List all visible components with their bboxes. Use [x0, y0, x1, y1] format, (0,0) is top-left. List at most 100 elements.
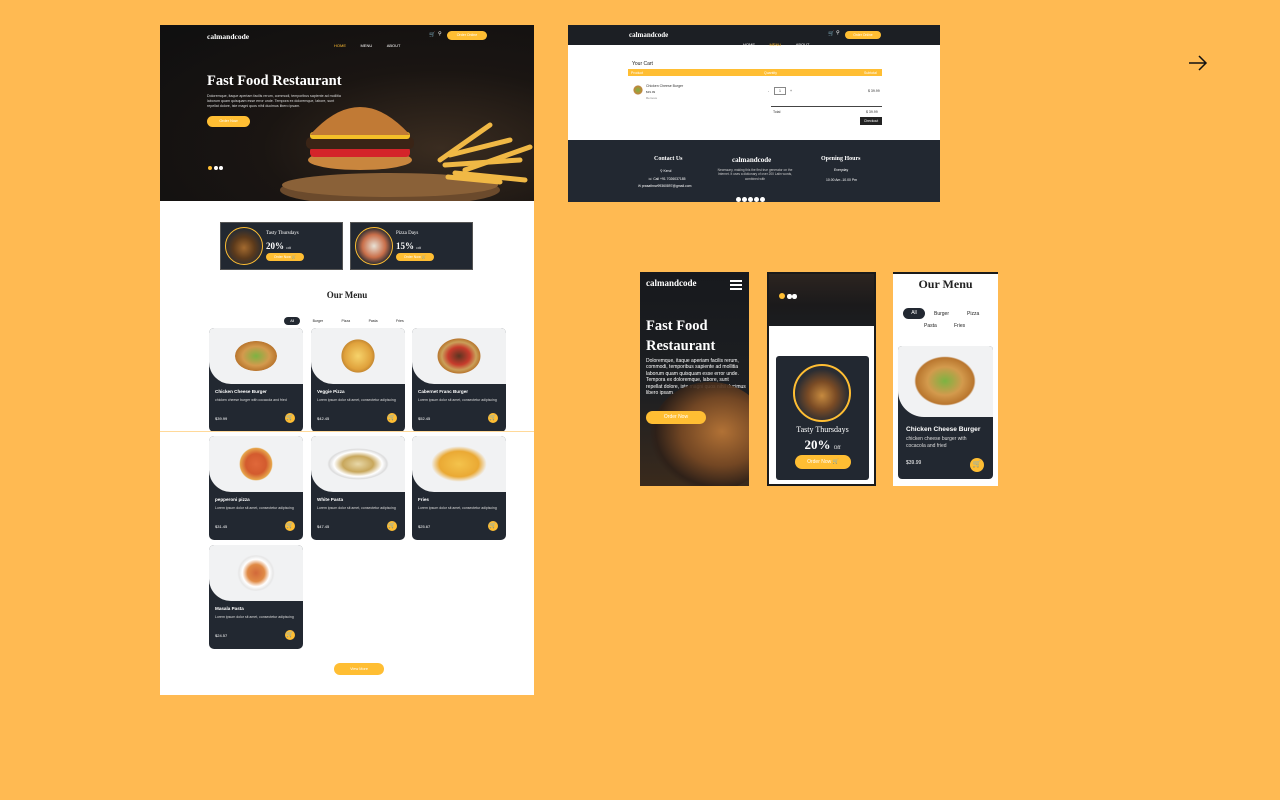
- item-desc: chicken cheese burger with cocacola and …: [906, 436, 967, 449]
- add-to-cart-icon[interactable]: 🛒: [387, 521, 397, 531]
- filter-pizza[interactable]: Pizza: [336, 317, 357, 325]
- item-price: $47.45: [317, 524, 330, 529]
- view-more-button[interactable]: View More: [334, 663, 384, 675]
- slider-dot-2[interactable]: [214, 166, 218, 170]
- col-quantity: Quantity: [764, 70, 778, 75]
- filter-all[interactable]: All: [284, 317, 301, 325]
- mobile-menu-view: Our Menu All Burger Pizza Pasta Fries Ch…: [893, 272, 998, 486]
- filter-fries[interactable]: Fries: [954, 323, 965, 329]
- filter-burger[interactable]: Burger: [934, 311, 949, 317]
- facebook-icon[interactable]: [736, 197, 741, 202]
- menu-icon[interactable]: [730, 280, 742, 290]
- item-desc: Lorem ipsum dolor sit amet, consectetur …: [418, 398, 497, 402]
- qty-input[interactable]: 1: [774, 87, 786, 95]
- menu-card[interactable]: Masala Pasta Lorem ipsum dolor sit amet,…: [209, 545, 303, 649]
- slider-dot-1[interactable]: [208, 166, 212, 170]
- hero-food-image: [650, 382, 749, 486]
- menu-card[interactable]: Chicken Cheese Burger chicken cheese bur…: [209, 328, 303, 432]
- offer-order-button[interactable]: Order Now 🛒: [266, 253, 304, 261]
- nav-menu[interactable]: MENU: [360, 43, 372, 48]
- item-desc: chicken cheese burger with cocacola and …: [215, 398, 287, 402]
- hero-food-image: [280, 107, 533, 201]
- nav-home[interactable]: HOME: [334, 43, 346, 48]
- item-price: $24.57: [215, 633, 228, 638]
- cart-item-price: $39.99: [646, 90, 656, 94]
- cart-icon[interactable]: 🛒: [429, 32, 435, 38]
- search-icon[interactable]: ⚲: [836, 30, 840, 36]
- footer-brand-text: Necessary, making this the first true ge…: [717, 168, 793, 181]
- filter-pizza[interactable]: Pizza: [967, 311, 979, 317]
- offer-card-1: Tasty Thursdays 20% Off Order Now 🛒: [220, 222, 343, 270]
- item-name: Cabernet Franc Burger: [418, 389, 469, 394]
- menu-card[interactable]: White Pasta Lorem ipsum dolor sit amet, …: [311, 436, 405, 540]
- item-desc: Lorem ipsum dolor sit amet, consectetur …: [317, 506, 396, 510]
- cart-icon[interactable]: 🛒: [828, 31, 834, 37]
- add-to-cart-icon[interactable]: 🛒: [970, 458, 984, 472]
- add-to-cart-icon[interactable]: 🛒: [488, 413, 498, 423]
- remove-link[interactable]: Remove: [646, 96, 657, 100]
- menu-card[interactable]: Chicken Cheese Burger chicken cheese bur…: [898, 346, 993, 479]
- add-to-cart-icon[interactable]: 🛒: [285, 521, 295, 531]
- cart-table-header: Product Quantity Subtotal: [628, 69, 882, 76]
- add-to-cart-icon[interactable]: 🛒: [285, 630, 295, 640]
- add-to-cart-icon[interactable]: 🛒: [387, 413, 397, 423]
- offer-title: Tasty Thursdays: [266, 231, 299, 236]
- search-icon[interactable]: ⚲: [438, 31, 442, 37]
- filter-pasta[interactable]: Pasta: [363, 317, 384, 325]
- order-online-button[interactable]: Order Online: [447, 31, 487, 40]
- add-to-cart-icon[interactable]: 🛒: [285, 413, 295, 423]
- brand-logo[interactable]: calmandcode: [207, 32, 249, 41]
- hero-order-button[interactable]: Order Now: [207, 116, 250, 127]
- item-price: $39.99: [906, 460, 922, 466]
- item-name: Chicken Cheese Burger: [906, 426, 981, 433]
- menu-card[interactable]: pepperoni pizza Lorem ipsum dolor sit am…: [209, 436, 303, 540]
- item-name: Veggie Pizza: [317, 389, 345, 394]
- food-image: [311, 436, 405, 492]
- slider-dot-1[interactable]: [779, 293, 785, 299]
- offer-image: [793, 364, 851, 422]
- nav-about[interactable]: ABOUT: [387, 43, 401, 48]
- slider-dot-3[interactable]: [792, 294, 797, 299]
- contact-email: ✉ prasathnw99360897@gmail.com: [638, 184, 692, 188]
- offer-value: 20% Off: [804, 437, 841, 452]
- food-image: [209, 436, 303, 492]
- hero-strip: [769, 274, 874, 326]
- filter-all[interactable]: All: [903, 308, 925, 319]
- social-icons: [736, 189, 765, 202]
- nav-about[interactable]: ABOUT: [796, 42, 810, 47]
- contact-title: Contact Us: [654, 156, 683, 162]
- slider-dot-2[interactable]: [787, 294, 792, 299]
- item-price: $31.45: [215, 524, 228, 529]
- menu-card[interactable]: Fries Lorem ipsum dolor sit amet, consec…: [412, 436, 506, 540]
- pinterest-icon[interactable]: [760, 197, 765, 202]
- hero-order-button[interactable]: Order Now: [646, 411, 706, 424]
- qty-minus-button[interactable]: -: [768, 89, 769, 93]
- brand-logo[interactable]: calmandcode: [646, 278, 697, 288]
- nav-menu[interactable]: MENU: [769, 42, 781, 47]
- order-online-button[interactable]: Order Online: [845, 31, 881, 39]
- filter-fries[interactable]: Fries: [390, 317, 410, 325]
- menu-card[interactable]: Cabernet Franc Burger Lorem ipsum dolor …: [412, 328, 506, 432]
- nav-home[interactable]: HOME: [743, 42, 755, 47]
- brand-logo[interactable]: calmandcode: [629, 31, 668, 39]
- slider-dot-3[interactable]: [219, 166, 223, 170]
- twitter-icon[interactable]: [742, 197, 747, 202]
- linkedin-icon[interactable]: [748, 197, 753, 202]
- filter-burger[interactable]: Burger: [307, 317, 330, 325]
- menu-card[interactable]: Veggie Pizza Lorem ipsum dolor sit amet,…: [311, 328, 405, 432]
- instagram-icon[interactable]: [754, 197, 759, 202]
- checkout-button[interactable]: Checkout: [860, 117, 882, 125]
- add-to-cart-icon[interactable]: 🛒: [488, 521, 498, 531]
- hero-title: Fast Food Restaurant: [646, 318, 716, 354]
- offer-card-2: Pizza Days 15% Off Order Now 🛒: [350, 222, 473, 270]
- mail-icon: ✉: [638, 184, 641, 188]
- qty-plus-button[interactable]: +: [790, 89, 792, 93]
- filter-pasta[interactable]: Pasta: [924, 323, 937, 329]
- hero-section: calmandcode HOME MENU ABOUT 🛒 ⚲ Order On…: [160, 25, 534, 201]
- offer-title: Tasty Thursdays: [796, 425, 849, 434]
- offer-order-button[interactable]: Order Now 🛒: [795, 455, 851, 469]
- offer-order-button[interactable]: Order Now 🛒: [396, 253, 434, 261]
- offer-title: Pizza Days: [396, 231, 419, 236]
- item-name: Fries: [418, 497, 429, 502]
- arrow-right-icon[interactable]: [1187, 52, 1209, 74]
